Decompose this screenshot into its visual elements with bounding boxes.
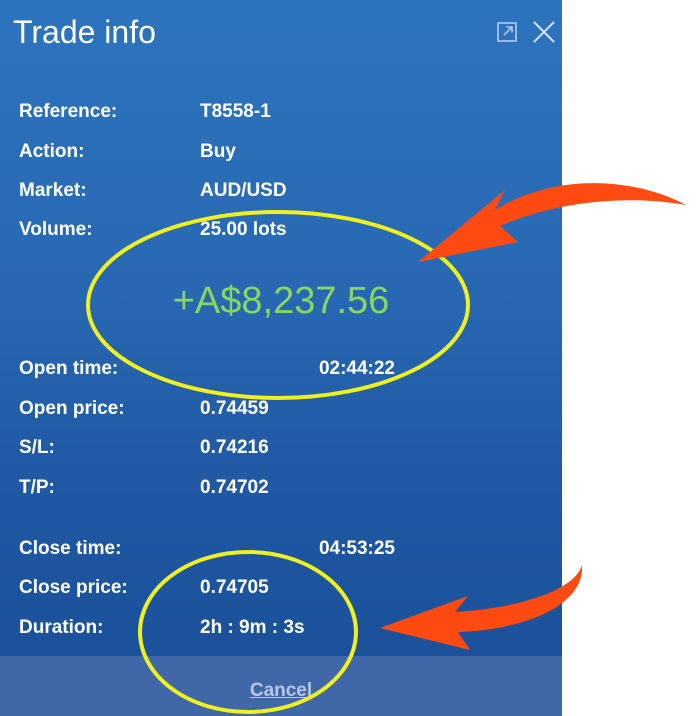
action-row: Action: Buy (0, 141, 562, 165)
take-profit-label: T/P: (19, 477, 55, 498)
close-price-label: Close price: (19, 577, 128, 598)
open-time-row: Open time: 02:44:22 (0, 358, 562, 382)
profit-amount: +A$8,237.56 (172, 280, 390, 322)
volume-value: 25.00 lots (200, 219, 287, 240)
open-price-label: Open price: (19, 398, 125, 419)
cancel-button[interactable]: Cancel (0, 680, 562, 702)
market-value: AUD/USD (200, 180, 287, 201)
dialog-footer: Cancel (0, 656, 562, 716)
reference-label: Reference: (19, 101, 118, 122)
take-profit-value: 0.74702 (200, 477, 269, 498)
volume-label: Volume: (19, 219, 93, 240)
close-time-row: Close time: 04:53:25 (0, 538, 562, 562)
close-time-label: Close time: (19, 538, 122, 559)
close-time-value: 04:53:25 (318, 538, 395, 559)
open-time-label: Open time: (19, 358, 119, 379)
open-price-value: 0.74459 (200, 398, 269, 419)
open-price-row: Open price: 0.74459 (0, 398, 562, 422)
market-row: Market: AUD/USD (0, 180, 562, 204)
stop-loss-value: 0.74216 (200, 437, 269, 458)
close-price-value: 0.74705 (200, 577, 269, 598)
reference-value: T8558-1 (200, 101, 271, 122)
duration-row: Duration: 2h : 9m : 3s (0, 617, 562, 641)
duration-label: Duration: (19, 617, 104, 638)
stop-loss-label: S/L: (19, 437, 55, 458)
market-label: Market: (19, 180, 87, 201)
action-label: Action: (19, 141, 85, 162)
open-time-value: 02:44:22 (318, 358, 395, 379)
volume-row: Volume: 25.00 lots (0, 219, 562, 243)
stop-loss-row: S/L: 0.74216 (0, 437, 562, 461)
duration-value: 2h : 9m : 3s (200, 617, 305, 638)
close-price-row: Close price: 0.74705 (0, 577, 562, 601)
popout-icon[interactable] (497, 22, 517, 42)
dialog-title: Trade info (13, 14, 156, 50)
take-profit-row: T/P: 0.74702 (0, 477, 562, 501)
action-value: Buy (200, 141, 236, 162)
trade-info-dialog: Trade info Reference: T8558-1 Action: Bu… (0, 0, 562, 716)
reference-row: Reference: T8558-1 (0, 101, 562, 125)
close-icon[interactable] (532, 20, 556, 44)
